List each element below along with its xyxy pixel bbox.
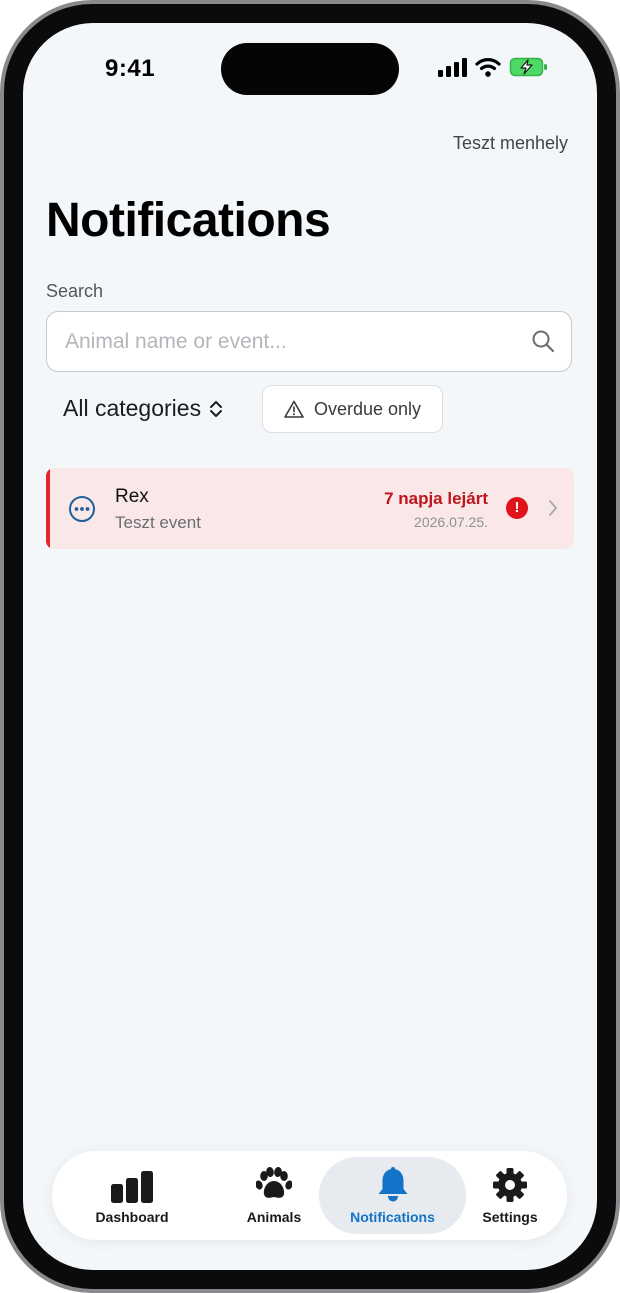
tab-settings[interactable]: Settings [458,1157,562,1234]
chevron-up-down-icon [210,400,223,417]
wifi-icon [475,58,501,77]
tab-animals-label: Animals [246,1209,302,1225]
gear-icon [493,1168,527,1202]
warning-triangle-icon [284,400,304,418]
cellular-signal-icon [438,58,467,77]
page-title: Notifications [46,194,331,247]
tab-bar: Dashboard Animals Notifications Settings [52,1151,567,1240]
paw-icon [256,1167,292,1198]
search-label: Search [46,281,104,301]
notification-animal-name: Rex [115,486,149,507]
category-dropdown[interactable]: All categories [63,395,223,422]
battery-charging-icon [509,57,547,77]
overdue-only-toggle[interactable]: Overdue only [262,385,443,433]
notification-event: Teszt event [115,513,201,532]
tab-notifications-label: Notifications [350,1209,435,1225]
search-box[interactable] [46,311,572,372]
alert-icon: ! [506,497,528,519]
notification-date: 2026.07.25. [414,514,488,530]
tab-settings-label: Settings [482,1209,538,1225]
search-icon [532,330,555,353]
tab-animals[interactable]: Animals [222,1157,326,1234]
tab-dashboard-label: Dashboard [95,1209,169,1225]
bar-chart-icon [111,1171,153,1203]
shelter-name[interactable]: Teszt menhely [453,133,568,154]
status-icons [437,56,549,78]
overdue-only-label: Overdue only [313,398,422,419]
tab-notifications[interactable]: Notifications [319,1157,466,1234]
more-circle-icon [69,496,95,522]
notification-item[interactable]: Rex Teszt event 7 napja lejárt 2026.07.2… [46,468,574,549]
notification-overdue-text: 7 napja lejárt [384,489,488,508]
bell-icon [378,1167,407,1202]
dynamic-island [221,43,399,95]
status-time: 9:41 [105,55,156,82]
search-input[interactable] [63,312,517,372]
chevron-right-icon [549,500,557,516]
tab-dashboard[interactable]: Dashboard [80,1157,184,1234]
category-selected: All categories [63,395,202,421]
overdue-accent-bar [46,468,50,549]
app-screen: 9:41 Teszt menhely Notifications Search … [23,23,597,1270]
